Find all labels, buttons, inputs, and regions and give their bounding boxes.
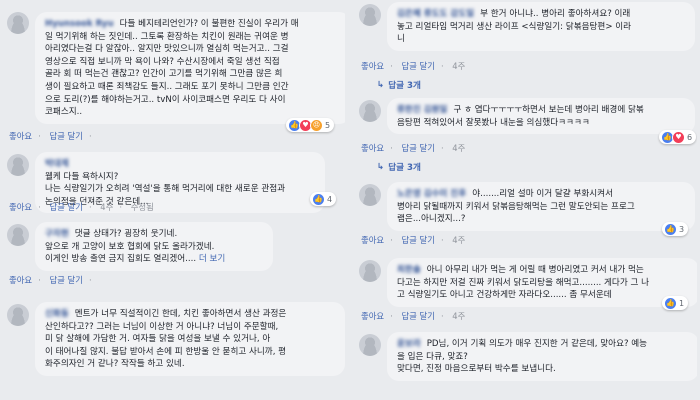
reaction-counter[interactable]: 👍 ♥ 😠 5: [286, 118, 335, 132]
like-link[interactable]: 좋아요: [9, 202, 32, 212]
comment-text: 아니 아무리 내가 먹는 게 어릴 때 병아리였고 커서 내가 먹는 다고는 하…: [397, 265, 650, 301]
comment-time: 4주: [452, 143, 466, 153]
reaction-counter[interactable]: 👍 4: [310, 192, 337, 206]
comment-author[interactable]: 최한솔: [397, 265, 421, 275]
comment-author[interactable]: 박대제: [45, 159, 69, 169]
like-reaction-icon: 👍: [664, 222, 677, 236]
comment-time: 4주: [452, 311, 466, 321]
comment-author[interactable]: 구자현: [45, 229, 69, 239]
avatar[interactable]: [359, 184, 381, 206]
comment-text: 댓글 상태가? 굉장히 웃기네. 앞으로 개 고양이 보호 협회에 닭도 올라가…: [45, 229, 215, 265]
comment-author[interactable]: 윤보라: [397, 339, 421, 349]
view-replies-link[interactable]: ↳ 답글 3개: [377, 79, 421, 91]
comments-column-right: 김은혜 류도도 감도일 부 한거 아니냐.. 병아리 좋아하셔요? 이래 놓고 리…: [355, 0, 697, 400]
like-link[interactable]: 좋아요: [361, 311, 384, 321]
comment-bubble: 노은영 김수미 진후 야.......리얼 설마 이거 달걀 부화시켜서 병아리 …: [387, 182, 695, 231]
reaction-count: 1: [679, 298, 685, 308]
comment-actions: 좋아요 · 답글 달기 · 4주: [361, 143, 466, 153]
reply-link[interactable]: 답글 달기: [49, 131, 82, 141]
comment-bubble: 최한솔 아니 아무리 내가 먹는 게 어릴 때 병아리였고 커서 내가 먹는 다고…: [387, 258, 697, 307]
avatar[interactable]: [7, 304, 29, 326]
comment-bubble: 윤보라 PD님, 이거 기획 의도가 매우 진지한 거 같은데, 맞아요? 예능 …: [387, 332, 697, 381]
reply-arrow-icon: ↳: [377, 80, 385, 90]
comment-actions: 좋아요 · 답글 달기 ·: [9, 275, 92, 285]
like-link[interactable]: 좋아요: [361, 143, 384, 153]
like-link[interactable]: 좋아요: [361, 235, 384, 245]
comment-text: 멘트가 너무 직설적이긴 한데, 치킨 좋아하면서 생산 과정은 산인하다고??…: [45, 309, 287, 370]
avatar[interactable]: [359, 334, 381, 356]
comment-time: 4주: [100, 202, 114, 212]
comment-actions: 좋아요 · 답글 달기 · 4주: [361, 235, 466, 245]
love-reaction-icon: ♥: [672, 130, 685, 144]
see-more-link[interactable]: 더 보기: [199, 254, 225, 264]
comment-author[interactable]: 류한진 김원일: [397, 105, 447, 115]
reaction-count: 5: [325, 120, 331, 130]
angry-reaction-icon: 😠: [310, 118, 323, 132]
reaction-counter[interactable]: 👍 ♥ 6: [659, 130, 697, 144]
comment-bubble: 신화동 멘트가 너무 직설적이긴 한데, 치킨 좋아하면서 생산 과정은 산인하다…: [35, 302, 345, 376]
reply-link[interactable]: 답글 달기: [401, 311, 434, 321]
avatar[interactable]: [359, 100, 381, 122]
comment-text: PD님, 이거 기획 의도가 매우 진지한 거 같은데, 맞아요? 예능 을 입…: [397, 339, 648, 375]
comment-time: 4주: [452, 61, 466, 71]
comment-bubble: 류한진 김원일 구 ㅎ 엽다ㅜㅜㅜㅜ하면서 보는데 병아리 배경에 닭볶 음탕편 …: [387, 98, 695, 135]
reply-arrow-icon: ↳: [377, 162, 385, 172]
avatar[interactable]: [359, 4, 381, 26]
comment-actions: 좋아요 · 답글 달기 · 4주 · 수정됨: [9, 202, 154, 212]
comment-author[interactable]: 신화동: [45, 309, 69, 319]
comment-bubble: 구자현 댓글 상태가? 굉장히 웃기네. 앞으로 개 고양이 보호 협회에 닭도 …: [35, 222, 273, 271]
comment-bubble: Hyunsook Ryu 다들 베지테리언인가? 이 불편한 진실이 우리가 매 …: [35, 12, 345, 124]
reaction-counter[interactable]: 👍 3: [662, 222, 689, 236]
edited-label: 수정됨: [130, 202, 154, 212]
comment-item: 구자현 댓글 상태가? 굉장히 웃기네. 앞으로 개 고양이 보호 협회에 닭도 …: [3, 220, 345, 290]
avatar[interactable]: [359, 260, 381, 282]
reply-item: 최한솔 아니 아무리 내가 먹는 게 어릴 때 병아리였고 커서 내가 먹는 다고…: [355, 258, 697, 328]
reply-item: 노은영 김수미 진후 야.......리얼 설마 이거 달걀 부화시켜서 병아리 …: [355, 182, 697, 252]
reply-link[interactable]: 답글 달기: [401, 143, 434, 153]
avatar[interactable]: [7, 224, 29, 246]
avatar[interactable]: [7, 12, 29, 34]
comment-item: 박대제 웰케 다들 욕하시지? 나는 식량일기가 오히려 '역설'을 통해 먹거리…: [3, 150, 345, 214]
reply-link[interactable]: 답글 달기: [401, 61, 434, 71]
reaction-count: 4: [327, 194, 333, 204]
reaction-count: 6: [687, 132, 693, 142]
comments-column-left: Hyunsook Ryu 다들 베지테리언인가? 이 불편한 진실이 우리가 매 …: [3, 0, 345, 400]
reply-link[interactable]: 답글 달기: [401, 235, 434, 245]
reaction-counter[interactable]: 👍 1: [662, 296, 689, 310]
comment-text: 다들 베지테리언인가? 이 불편한 진실이 우리가 매 일 먹기위해 하는 짓인…: [45, 19, 299, 118]
comment-author[interactable]: 노은영 김수미 진후: [397, 189, 466, 199]
reply-link[interactable]: 답글 달기: [49, 275, 82, 285]
like-reaction-icon: 👍: [664, 296, 677, 310]
comment-actions: 좋아요 · 답글 달기 · 4주: [361, 61, 466, 71]
reply-item: 김은혜 류도도 감도일 부 한거 아니냐.. 병아리 좋아하셔요? 이래 놓고 리…: [355, 2, 697, 91]
reply-item: 류한진 김원일 구 ㅎ 엽다ㅜㅜㅜㅜ하면서 보는데 병아리 배경에 닭볶 음탕편 …: [355, 98, 697, 188]
like-reaction-icon: 👍: [312, 192, 325, 206]
comment-author[interactable]: Hyunsook Ryu: [45, 19, 114, 29]
comment-actions: 좋아요 · 답글 달기 ·: [9, 131, 92, 141]
avatar[interactable]: [7, 154, 29, 176]
like-link[interactable]: 좋아요: [361, 61, 384, 71]
comment-author[interactable]: 김은혜 류도도 감도일: [397, 9, 474, 19]
comment-time: 4주: [452, 235, 466, 245]
reaction-count: 3: [679, 224, 685, 234]
like-link[interactable]: 좋아요: [9, 131, 32, 141]
comment-actions: 좋아요 · 답글 달기 · 4주: [361, 311, 466, 321]
comment-item: 신화동 멘트가 너무 직설적이긴 한데, 치킨 좋아하면서 생산 과정은 산인하다…: [3, 300, 345, 400]
comment-item: Hyunsook Ryu 다들 베지테리언인가? 이 불편한 진실이 우리가 매 …: [3, 8, 345, 141]
reply-link[interactable]: 답글 달기: [49, 202, 82, 212]
like-link[interactable]: 좋아요: [9, 275, 32, 285]
comment-bubble: 김은혜 류도도 감도일 부 한거 아니냐.. 병아리 좋아하셔요? 이래 놓고 리…: [387, 2, 695, 51]
reply-item: 윤보라 PD님, 이거 기획 의도가 매우 진지한 거 같은데, 맞아요? 예능 …: [355, 332, 697, 400]
view-replies-link[interactable]: ↳ 답글 3개: [377, 161, 421, 173]
